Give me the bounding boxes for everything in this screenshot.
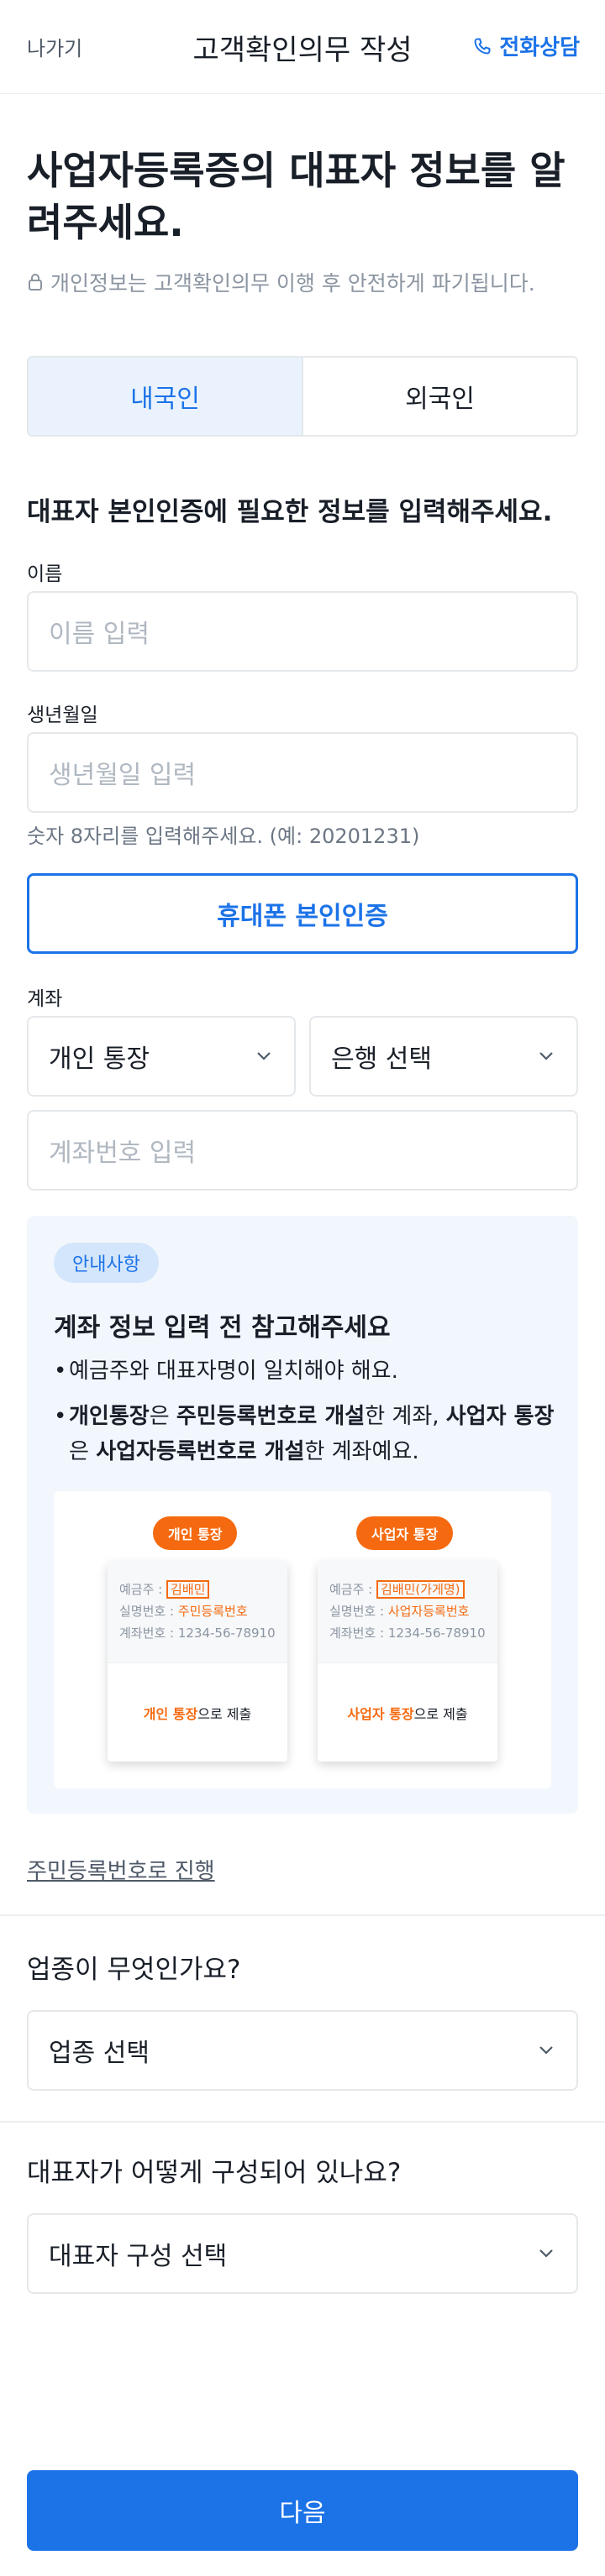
privacy-note: 개인정보는 고객확인의무 이행 후 안전하게 파기됩니다. bbox=[27, 267, 535, 297]
resident-number-link[interactable]: 주민등록번호로 진행 bbox=[27, 1854, 215, 1885]
top-bar: 나가기 고객확인의무 작성 전화상담 bbox=[0, 0, 605, 94]
lock-icon bbox=[29, 274, 42, 291]
verify-section-title: 대표자 본인인증에 필요한 정보를 입력해주세요. bbox=[27, 497, 553, 527]
bank-select[interactable]: 은행 선택 bbox=[309, 1016, 578, 1097]
call-consult-button[interactable]: 전화상담 bbox=[472, 30, 580, 61]
phone-verify-button[interactable]: 휴대폰 본인인증 bbox=[27, 873, 578, 954]
tab-foreign[interactable]: 외국인 bbox=[303, 358, 576, 435]
next-button[interactable]: 다음 bbox=[27, 2470, 578, 2551]
chevron-down-icon bbox=[539, 2249, 553, 2258]
chevron-down-icon bbox=[539, 2046, 553, 2055]
industry-select-value: 업종 선택 bbox=[49, 2039, 150, 2068]
notice-bullet-2: 개인통장은 주민등록번호로 개설한 계좌, 사업자 통장은 사업자등록번호로 개… bbox=[54, 1399, 561, 1469]
composition-select-value: 대표자 구성 선택 bbox=[49, 2242, 228, 2271]
notice-bullet-1: 예금주와 대표자명이 일치해야 해요. bbox=[54, 1353, 561, 1389]
notice-title: 계좌 정보 입력 전 참고해주세요 bbox=[54, 1313, 391, 1343]
phone-icon bbox=[474, 38, 491, 54]
industry-question: 업종이 무엇인가요? bbox=[27, 1955, 241, 1985]
account-type-illustration: 개인 통장 예금주 : 김배민 실명번호 : 주민등록번호 계좌번호 : 123… bbox=[54, 1491, 551, 1788]
birthdate-input[interactable]: 생년월일 입력 bbox=[27, 732, 578, 813]
notice-badge: 안내사항 bbox=[54, 1243, 159, 1283]
divider bbox=[0, 1914, 605, 1916]
account-type-select[interactable]: 개인 통장 bbox=[27, 1016, 296, 1097]
account-type-value: 개인 통장 bbox=[49, 1045, 150, 1074]
divider bbox=[0, 2121, 605, 2123]
headline: 사업자등록증의 대표자 정보를 알려주세요. bbox=[27, 148, 566, 245]
birth-label: 생년월일 bbox=[27, 704, 98, 726]
personal-account-pill: 개인 통장 bbox=[153, 1516, 238, 1550]
name-input[interactable]: 이름 입력 bbox=[27, 591, 578, 672]
nationality-toggle: 내국인 외국인 bbox=[27, 356, 578, 437]
business-account-card: 예금주 : 김배민(가게명) 실명번호 : 사업자등록번호 계좌번호 : 123… bbox=[318, 1562, 497, 1762]
name-label: 이름 bbox=[27, 563, 63, 585]
personal-account-card: 예금주 : 김배민 실명번호 : 주민등록번호 계좌번호 : 1234-56-7… bbox=[108, 1562, 287, 1762]
notice-panel: 안내사항 계좌 정보 입력 전 참고해주세요 예금주와 대표자명이 일치해야 해… bbox=[27, 1216, 578, 1814]
privacy-note-text: 개인정보는 고객확인의무 이행 후 안전하게 파기됩니다. bbox=[50, 271, 535, 296]
industry-select[interactable]: 업종 선택 bbox=[27, 2010, 578, 2091]
tab-domestic[interactable]: 내국인 bbox=[29, 358, 303, 435]
composition-select[interactable]: 대표자 구성 선택 bbox=[27, 2213, 578, 2294]
chevron-down-icon bbox=[539, 1052, 553, 1060]
business-account-pill: 사업자 통장 bbox=[356, 1516, 454, 1550]
bank-select-value: 은행 선택 bbox=[331, 1045, 432, 1074]
account-label: 계좌 bbox=[27, 988, 63, 1010]
birthdate-hint: 숫자 8자리를 입력해주세요. (예: 20201231) bbox=[27, 825, 420, 848]
composition-question: 대표자가 어떻게 구성되어 있나요? bbox=[27, 2158, 402, 2188]
chevron-down-icon bbox=[257, 1052, 271, 1060]
call-consult-label: 전화상담 bbox=[499, 35, 580, 60]
account-number-input[interactable]: 계좌번호 입력 bbox=[27, 1110, 578, 1191]
